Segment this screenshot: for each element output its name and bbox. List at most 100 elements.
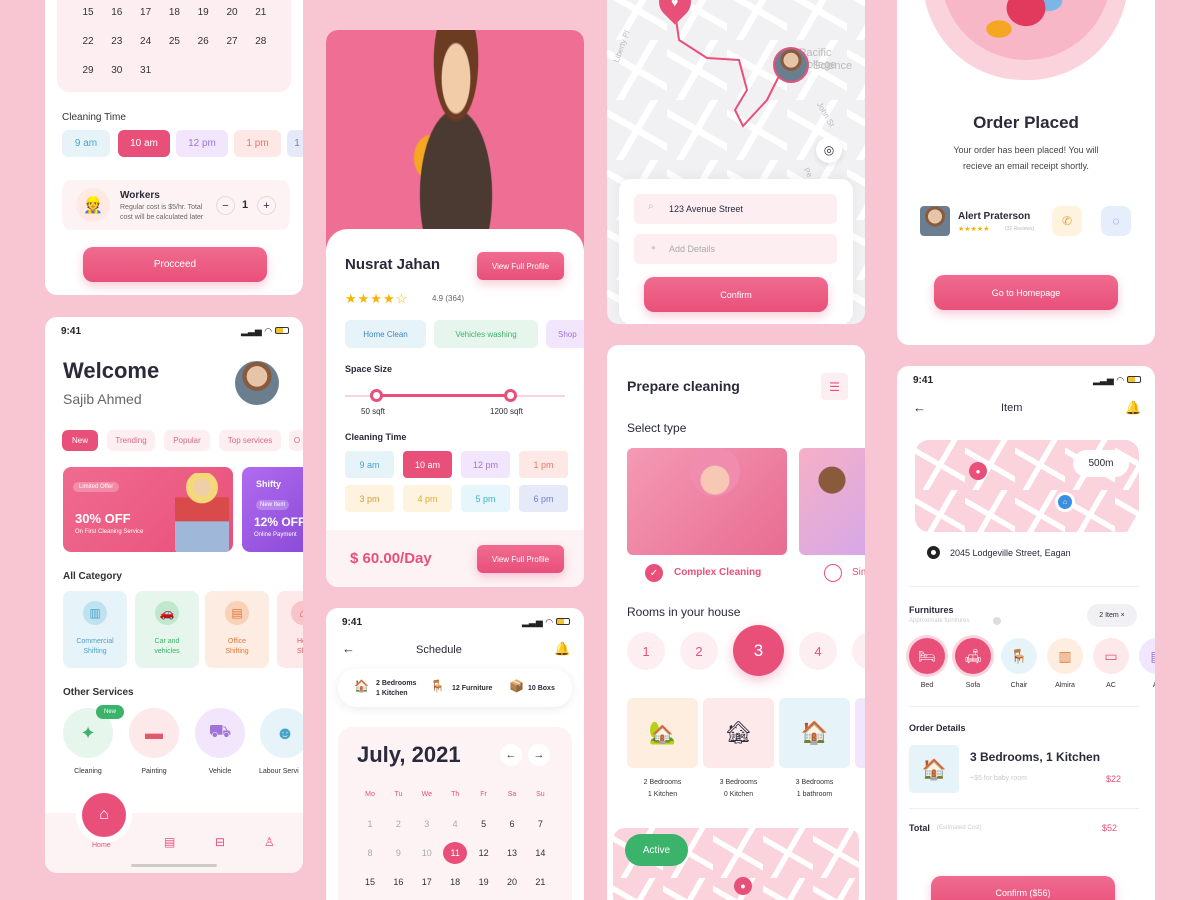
type-image-complex[interactable] [627, 448, 787, 555]
profile-time-chip[interactable]: 3 pm [345, 485, 394, 512]
profile-time-chip[interactable]: 10 am [403, 451, 452, 478]
tracking-confirm-button[interactable]: Confirm [644, 277, 828, 312]
prev-month-button[interactable]: ← [500, 744, 522, 766]
calendar-day[interactable]: 30 [104, 65, 130, 76]
calendar-day[interactable]: 12 [472, 842, 496, 864]
nav-profile-icon[interactable]: ♙ [264, 835, 275, 849]
filter-top-services[interactable]: Top services [219, 430, 281, 451]
profile-time-chip[interactable]: 12 pm [461, 451, 510, 478]
service-vehicle[interactable]: ⛟ [195, 708, 245, 758]
room-option-3-selected[interactable]: 3 [733, 625, 784, 676]
promo-banner-2[interactable]: Shifty New Item 12% OFF Online Payment [242, 467, 303, 552]
chat-button[interactable]: ◌ [1101, 206, 1131, 236]
item-bell-icon[interactable]: 🔔 [1125, 400, 1141, 416]
calendar-day[interactable]: 19 [190, 7, 216, 18]
view-full-profile-button-footer[interactable]: View Full Profile [477, 545, 564, 573]
nav-home-button[interactable]: ⌂ [82, 793, 126, 837]
calendar-day[interactable]: 17 [415, 871, 439, 893]
back-arrow-icon[interactable]: ← [342, 641, 355, 656]
profile-time-chip[interactable]: 9 am [345, 451, 394, 478]
call-button[interactable]: ✆ [1052, 206, 1082, 236]
calendar-day[interactable]: 23 [104, 36, 130, 47]
house-option-1[interactable]: 🏡 [627, 698, 698, 768]
house-option-2[interactable]: 🏚 [703, 698, 774, 768]
time-chip-12pm[interactable]: 12 pm [176, 130, 228, 157]
tag-shop[interactable]: Shop [546, 320, 584, 348]
nav-document-icon[interactable]: ▤ [164, 835, 175, 849]
clear-icon[interactable]: × [1121, 612, 1125, 619]
house-option-4[interactable] [855, 698, 865, 768]
calendar-day[interactable]: 17 [133, 7, 159, 18]
calendar-day[interactable]: 20 [219, 7, 245, 18]
calendar-day[interactable]: 10 [415, 842, 439, 864]
tag-home-clean[interactable]: Home Clean [345, 320, 426, 348]
user-avatar[interactable] [235, 361, 279, 405]
nav-ticket-icon[interactable]: ⊟ [215, 835, 225, 849]
calendar-day[interactable]: 4 [443, 813, 467, 835]
calendar-day-selected[interactable]: 11 [443, 842, 468, 864]
filter-trending[interactable]: Trending [107, 430, 155, 451]
calendar-day[interactable]: 5 [472, 813, 496, 835]
proceed-button[interactable]: Procceed [83, 247, 267, 282]
calendar-day[interactable]: 19 [472, 871, 496, 893]
furniture-option[interactable]: ▭ [1093, 638, 1129, 674]
calendar-day[interactable]: 16 [104, 7, 130, 18]
calendar-day[interactable]: 1 [358, 813, 382, 835]
calendar-day[interactable]: 31 [133, 65, 159, 76]
room-option-4[interactable]: 4 [799, 632, 837, 670]
calendar-day[interactable]: 25 [161, 36, 187, 47]
filter-popular[interactable]: Popular [164, 430, 210, 451]
furniture-option[interactable]: ▥ [1047, 638, 1083, 674]
time-chip-partial[interactable]: 1 [287, 130, 303, 157]
profile-time-chip[interactable]: 5 pm [461, 485, 510, 512]
calendar-day[interactable]: 6 [500, 813, 524, 835]
filter-partial[interactable]: O [289, 430, 303, 451]
type-image-simple[interactable] [799, 448, 865, 555]
calendar-day[interactable]: 29 [75, 65, 101, 76]
furniture-option[interactable]: 🪑 [1001, 638, 1037, 674]
bell-icon[interactable]: 🔔 [554, 641, 570, 657]
simple-cleaning-radio[interactable] [824, 564, 842, 582]
category-home[interactable]: ⌂ Ho Sh [277, 591, 303, 668]
calendar-day[interactable]: 15 [75, 7, 101, 18]
calendar-day[interactable]: 18 [161, 7, 187, 18]
tag-vehicles-washing[interactable]: Vehicles washing [434, 320, 538, 348]
calendar-day[interactable]: 22 [75, 36, 101, 47]
promo-banner-1[interactable]: Limited Offer 30% OFF On First Cleaning … [63, 467, 233, 552]
complex-cleaning-check-icon[interactable]: ✓ [645, 564, 663, 582]
furniture-option[interactable]: 🛏 [909, 638, 945, 674]
profile-time-chip[interactable]: 4 pm [403, 485, 452, 512]
next-month-button[interactable]: → [528, 744, 550, 766]
item-back-arrow-icon[interactable]: ← [913, 400, 926, 415]
time-chip-9am[interactable]: 9 am [62, 130, 110, 157]
service-painting[interactable]: ▬ [129, 708, 179, 758]
minus-button[interactable]: − [216, 196, 235, 215]
calendar-day[interactable]: 27 [219, 36, 245, 47]
view-full-profile-button[interactable]: View Full Profile [477, 252, 564, 280]
house-option-3[interactable]: 🏠 [779, 698, 850, 768]
address-input[interactable]: ⌕ 123 Avenue Street [634, 194, 837, 224]
slider-max-handle[interactable] [504, 389, 517, 402]
calendar-day[interactable]: 26 [190, 36, 216, 47]
furniture-option[interactable]: 🛋 [955, 638, 991, 674]
profile-time-chip[interactable]: 6 pm [519, 485, 568, 512]
item-confirm-button[interactable]: Confirm ($56) [931, 876, 1115, 900]
time-chip-1pm[interactable]: 1 pm [234, 130, 281, 157]
calendar-day[interactable]: 20 [500, 871, 524, 893]
room-option-1[interactable]: 1 [627, 632, 665, 670]
furniture-option[interactable]: ▤ [1139, 638, 1155, 674]
service-labour[interactable]: ☻ [260, 708, 303, 758]
calendar-day[interactable]: 28 [248, 36, 274, 47]
category-office[interactable]: ▤ Office Shifting [205, 591, 269, 668]
calendar-day[interactable]: 3 [415, 813, 439, 835]
menu-button[interactable]: ☰ [821, 373, 848, 400]
room-option-5[interactable]: 5 [852, 632, 865, 670]
category-car[interactable]: 🚗 Car and vehicles [135, 591, 199, 668]
filter-new[interactable]: New [62, 430, 98, 451]
profile-time-chip[interactable]: 1 pm [519, 451, 568, 478]
calendar-day[interactable]: 15 [358, 871, 382, 893]
calendar-day[interactable]: 13 [500, 842, 524, 864]
go-to-homepage-button[interactable]: Go to Homepage [934, 275, 1118, 310]
room-option-2[interactable]: 2 [680, 632, 718, 670]
slider-min-handle[interactable] [370, 389, 383, 402]
